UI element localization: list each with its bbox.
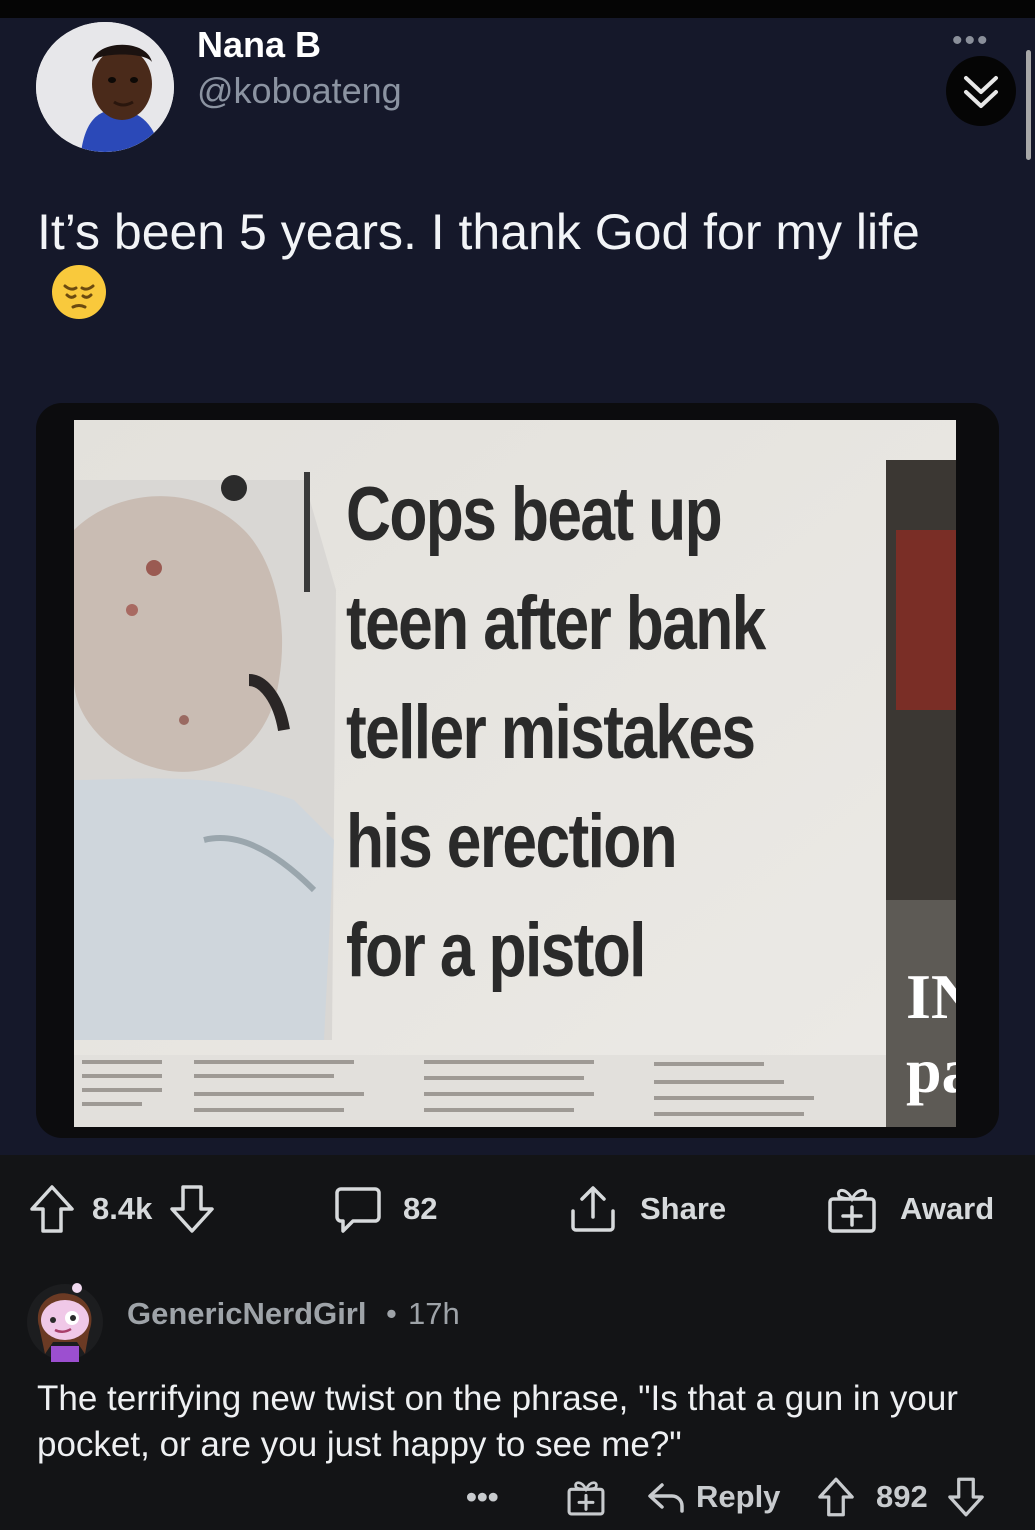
comment-body: The terrifying new twist on the phrase, … bbox=[37, 1379, 958, 1464]
downvote-arrow-icon[interactable] bbox=[168, 1183, 216, 1235]
tweet-card: Nana B @koboateng ••• It’s been 5 years.… bbox=[0, 18, 1035, 1155]
tweet-more-options-icon[interactable]: ••• bbox=[952, 24, 990, 58]
share-button[interactable]: Share bbox=[568, 1179, 726, 1239]
comment-reply-button[interactable]: Reply bbox=[646, 1467, 780, 1527]
headline-line: for a pistol bbox=[346, 908, 647, 993]
comment-bubble-icon bbox=[335, 1187, 381, 1233]
downvote-arrow-icon[interactable] bbox=[946, 1476, 986, 1518]
side-text-line: pa bbox=[906, 1035, 956, 1106]
double-chevron-down-icon bbox=[964, 76, 998, 108]
tweet-text: It’s been 5 years. I thank God for my li… bbox=[37, 200, 997, 335]
more-dots-icon: ••• bbox=[466, 1479, 499, 1514]
comment-more-options[interactable]: ••• bbox=[466, 1467, 499, 1527]
commenter-avatar[interactable] bbox=[25, 1282, 105, 1362]
reply-arrow-icon bbox=[648, 1483, 684, 1513]
upvote-count: 8.4k bbox=[92, 1191, 153, 1226]
share-upload-icon bbox=[571, 1186, 615, 1232]
upvote-arrow-icon[interactable] bbox=[816, 1476, 856, 1518]
tweet-display-name[interactable]: Nana B bbox=[197, 24, 321, 66]
headline-line: Cops beat up bbox=[346, 472, 723, 557]
newspaper-photo: Cops beat up teen after bank teller mist… bbox=[74, 420, 956, 1127]
newspaper-side-text: IN pa bbox=[906, 960, 956, 1108]
comment-vote-group: 892 bbox=[816, 1467, 986, 1527]
share-label: Share bbox=[640, 1191, 727, 1226]
upvote-arrow-icon[interactable] bbox=[28, 1183, 76, 1235]
pensive-face-icon bbox=[51, 264, 107, 335]
headline-line: teen after bank bbox=[346, 581, 766, 666]
gift-award-icon bbox=[828, 1188, 876, 1233]
comment: GenericNerdGirl • 17h The terrifying new… bbox=[0, 1262, 1035, 1530]
newspaper-headline: Cops beat up teen after bank teller mist… bbox=[346, 460, 789, 1005]
tweet-handle[interactable]: @koboateng bbox=[197, 70, 402, 112]
post-action-bar: 8.4k 82 Share Award bbox=[0, 1157, 1035, 1262]
headline-line: teller mistakes bbox=[346, 690, 756, 775]
comment-age: 17h bbox=[408, 1296, 460, 1331]
comment-award-button[interactable] bbox=[566, 1467, 606, 1527]
award-label: Award bbox=[900, 1191, 995, 1226]
scrollbar-thumb[interactable] bbox=[1026, 50, 1031, 160]
comment-action-bar: ••• Reply 892 bbox=[0, 1467, 1035, 1527]
top-status-strip bbox=[0, 0, 1035, 18]
tweet-media[interactable]: Cops beat up teen after bank teller mist… bbox=[36, 403, 999, 1138]
comment-score: 892 bbox=[876, 1479, 928, 1514]
gift-award-icon bbox=[567, 1481, 605, 1516]
comments-button[interactable]: 82 bbox=[333, 1179, 437, 1239]
comment-meta-separator: • bbox=[386, 1296, 397, 1331]
side-text-line: IN bbox=[906, 961, 956, 1032]
tweet-text-content: It’s been 5 years. I thank God for my li… bbox=[37, 204, 920, 260]
comment-author[interactable]: GenericNerdGirl bbox=[127, 1296, 366, 1332]
collapse-chevron-button[interactable] bbox=[946, 56, 1016, 126]
award-button[interactable]: Award bbox=[826, 1179, 994, 1239]
vote-group: 8.4k bbox=[28, 1179, 216, 1239]
comments-count: 82 bbox=[403, 1191, 438, 1226]
reply-label: Reply bbox=[696, 1479, 781, 1514]
tweet-author-avatar[interactable] bbox=[36, 22, 174, 152]
headline-line: his erection bbox=[346, 799, 678, 884]
